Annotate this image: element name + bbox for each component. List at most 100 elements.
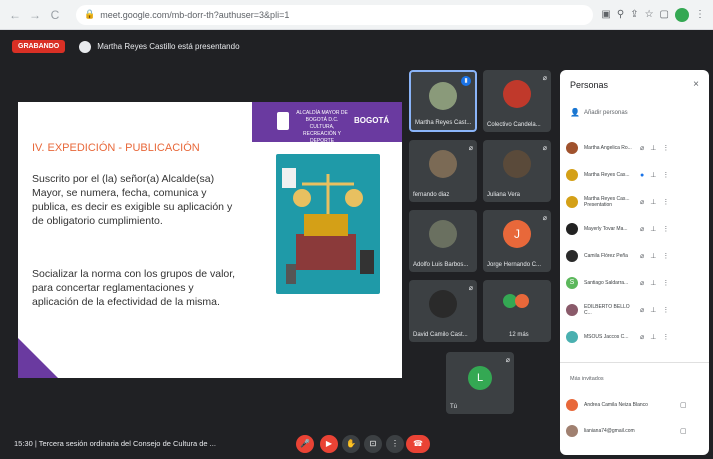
participant-name: Jorge Hernando C... bbox=[487, 262, 542, 268]
present-icon[interactable]: ⊡ bbox=[364, 434, 382, 453]
add-person-icon: 👤 bbox=[570, 108, 580, 117]
mic-off-icon: ⌀ bbox=[468, 285, 473, 292]
pin-icon[interactable]: ⊥ bbox=[650, 279, 656, 287]
mic-off-icon: ⌀ bbox=[542, 75, 547, 82]
mic-off-icon[interactable]: ⌀ bbox=[640, 144, 644, 152]
more-icon[interactable]: ⋮ bbox=[662, 333, 669, 341]
leave-call-icon[interactable]: ☎ bbox=[406, 434, 430, 453]
self-name: Tú bbox=[450, 404, 458, 410]
person-row[interactable]: Mayerly Tovar Ma... ⌀ ⊥ ⋮ bbox=[566, 218, 704, 240]
more-icon[interactable]: ⋮ bbox=[662, 279, 669, 287]
mic-off-icon[interactable]: ⌀ bbox=[640, 252, 644, 260]
share-icon[interactable]: ⇪ bbox=[630, 9, 638, 20]
person-avatar bbox=[566, 223, 578, 235]
person-row[interactable]: Martha Reyes Cas... Presentation ⌀ ⊥ ⋮ bbox=[566, 191, 704, 213]
profile-avatar[interactable] bbox=[675, 7, 689, 22]
person-row[interactable]: Martha Angelica Ro... ⌀ ⊥ ⋮ bbox=[566, 137, 704, 159]
self-tile[interactable]: L ⌀ Tú bbox=[446, 352, 514, 414]
more-options-icon[interactable]: ⋮ bbox=[386, 434, 404, 453]
message-icon[interactable]: ▢ bbox=[680, 401, 687, 409]
person-avatar bbox=[566, 399, 578, 411]
more-count: 12 más bbox=[509, 332, 529, 338]
participant-tile[interactable]: J ⌀ Jorge Hernando C... bbox=[483, 210, 551, 272]
more-icon[interactable]: ⋮ bbox=[662, 306, 669, 314]
recording-bar: GRABANDO Martha Reyes Castillo está pres… bbox=[12, 40, 240, 53]
participant-tile[interactable]: ⌀ Juliana Vera bbox=[483, 140, 551, 202]
mic-off-icon[interactable]: ⌀ bbox=[640, 198, 644, 206]
alcaldia-logo-icon bbox=[277, 112, 289, 130]
participant-tile[interactable]: ▮ Martha Reyes Cast... bbox=[409, 70, 477, 132]
invited-section-label: Más invitados bbox=[570, 376, 604, 382]
participant-name: David Camilo Cast... bbox=[413, 332, 468, 338]
cast-icon[interactable]: ▣ bbox=[601, 9, 610, 20]
more-avatar-b bbox=[515, 294, 529, 308]
pin-icon[interactable]: ⊥ bbox=[650, 144, 656, 152]
person-name: Camila Flórez Peña bbox=[584, 253, 628, 259]
more-icon[interactable]: ⋮ bbox=[662, 198, 669, 206]
mic-off-icon: ⌀ bbox=[468, 145, 473, 152]
forward-icon[interactable]: → bbox=[28, 8, 42, 22]
person-name: Martha Reyes Cas... bbox=[584, 172, 630, 178]
person-row[interactable]: Martha Reyes Cas... ● ⊥ ⋮ bbox=[566, 164, 704, 186]
participant-tile[interactable]: ⌀ fernando diaz bbox=[409, 140, 477, 202]
participant-avatar bbox=[429, 290, 457, 318]
pin-icon[interactable]: ⊥ bbox=[650, 225, 656, 233]
participant-avatar bbox=[429, 220, 457, 248]
extensions-area: ▣ ⚲ ⇪ ☆ ▢ ⋮ bbox=[601, 7, 705, 22]
lock-icon: 🔒 bbox=[84, 9, 96, 19]
person-row[interactable]: Camila Flórez Peña ⌀ ⊥ ⋮ bbox=[566, 245, 704, 267]
url-text[interactable]: meet.google.com/mb-dorr-th?authuser=3&pl… bbox=[100, 10, 289, 20]
more-icon[interactable]: ⋮ bbox=[662, 252, 669, 260]
pin-icon[interactable]: ⊥ bbox=[650, 333, 656, 341]
camera-toggle-icon[interactable]: ▶ bbox=[320, 434, 338, 453]
close-icon[interactable]: × bbox=[693, 79, 699, 90]
person-row[interactable]: EDILBERTO BELLO C... ⌀ ⊥ ⋮ bbox=[566, 299, 704, 321]
person-avatar bbox=[566, 425, 578, 437]
zoom-icon[interactable]: ⚲ bbox=[617, 9, 624, 20]
speaking-icon: ● bbox=[640, 171, 645, 179]
participant-tile[interactable]: ⌀ David Camilo Cast... bbox=[409, 280, 477, 342]
tab-icon[interactable]: ▢ bbox=[660, 9, 669, 20]
participant-name: Adolfo Luis Barbos... bbox=[413, 262, 469, 268]
menu-icon[interactable]: ⋮ bbox=[695, 9, 705, 20]
person-avatar bbox=[566, 142, 578, 154]
mic-off-icon[interactable]: ⌀ bbox=[640, 279, 644, 287]
back-icon[interactable]: ← bbox=[8, 8, 22, 22]
person-avatar bbox=[566, 169, 578, 181]
mic-off-icon[interactable]: ⌀ bbox=[640, 333, 644, 341]
self-avatar: L bbox=[468, 366, 492, 390]
person-name: Andrea Camila Neiza Blanco bbox=[584, 402, 648, 408]
participant-tile[interactable]: ⌀ Colectivo Candela... bbox=[483, 70, 551, 132]
invited-row[interactable]: lianiana74@gmail.com ▢ bbox=[566, 420, 704, 442]
recording-badge: GRABANDO bbox=[12, 40, 66, 53]
person-avatar bbox=[566, 250, 578, 262]
add-people-button[interactable]: 👤 Añadir personas bbox=[570, 108, 628, 117]
star-icon[interactable]: ☆ bbox=[645, 9, 654, 20]
pin-icon[interactable]: ⊥ bbox=[650, 171, 656, 179]
speaking-icon: ▮ bbox=[461, 76, 471, 86]
slide-logo-text: ALCALDÍA MAYOR DE BOGOTÁ D.C. CULTURA, R… bbox=[296, 110, 348, 144]
address-bar[interactable]: 🔒 meet.google.com/mb-dorr-th?authuser=3&… bbox=[76, 4, 594, 25]
message-icon[interactable]: ▢ bbox=[680, 427, 687, 435]
participant-name: fernando diaz bbox=[413, 192, 450, 198]
participant-tile[interactable]: Adolfo Luis Barbos... bbox=[409, 210, 477, 272]
raise-hand-icon[interactable]: ✋ bbox=[342, 434, 360, 453]
reload-icon[interactable]: C bbox=[48, 8, 62, 22]
pin-icon[interactable]: ⊥ bbox=[650, 198, 656, 206]
more-icon[interactable]: ⋮ bbox=[662, 171, 669, 179]
mic-off-icon[interactable]: ⌀ bbox=[640, 306, 644, 314]
participant-avatar bbox=[429, 82, 457, 110]
participant-avatar: J bbox=[503, 220, 531, 248]
more-icon[interactable]: ⋮ bbox=[662, 225, 669, 233]
more-participants-tile[interactable]: 12 más bbox=[483, 280, 551, 342]
person-row[interactable]: S Santiago Saldarra... ⌀ ⊥ ⋮ bbox=[566, 272, 704, 294]
participant-name: Juliana Vera bbox=[487, 192, 521, 198]
invited-row[interactable]: Andrea Camila Neiza Blanco ▢ bbox=[566, 394, 704, 416]
mic-toggle-icon[interactable]: 🎤 bbox=[296, 434, 314, 453]
people-panel: Personas × 👤 Añadir personas Martha Ange… bbox=[560, 70, 709, 455]
pin-icon[interactable]: ⊥ bbox=[650, 306, 656, 314]
more-icon[interactable]: ⋮ bbox=[662, 144, 669, 152]
pin-icon[interactable]: ⊥ bbox=[650, 252, 656, 260]
mic-off-icon[interactable]: ⌀ bbox=[640, 225, 644, 233]
person-row[interactable]: MSOUS Jaccos C... ⌀ ⊥ ⋮ bbox=[566, 326, 704, 348]
